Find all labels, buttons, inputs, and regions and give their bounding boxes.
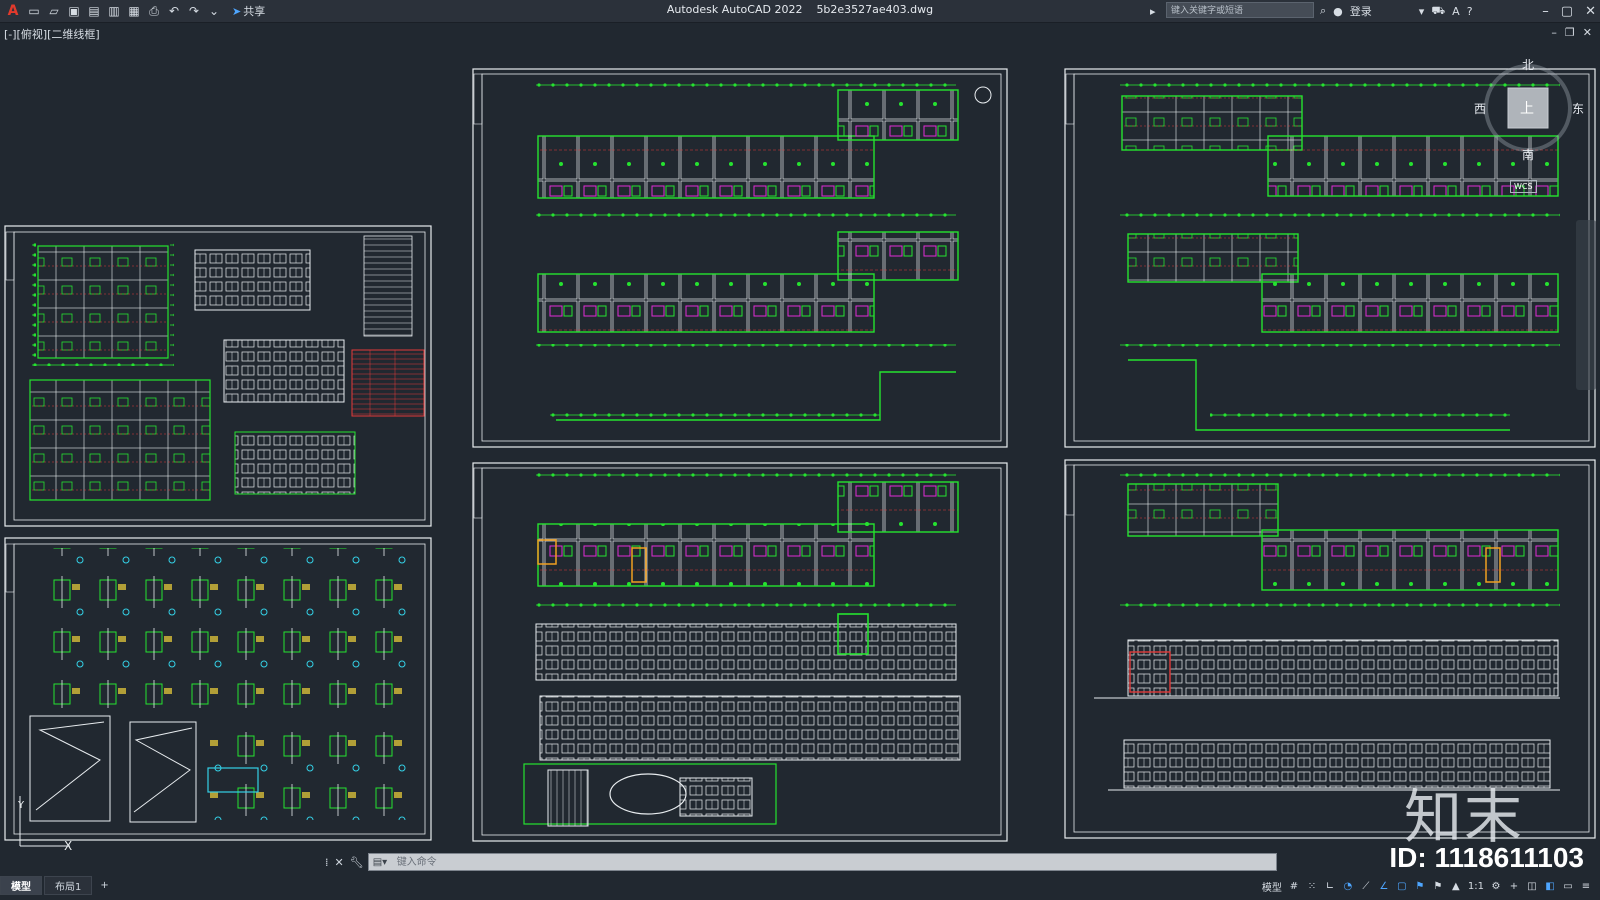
add-layout-button[interactable]: + (94, 879, 114, 892)
viewcube-south[interactable]: 南 (1522, 146, 1534, 163)
drawing-minimize-icon[interactable]: – (1551, 26, 1557, 39)
share-label: 共享 (243, 5, 266, 18)
annotation-scale-value[interactable]: 1:1 (1468, 878, 1484, 894)
clean-screen-icon[interactable]: ▭ (1562, 878, 1574, 894)
auto-scale-icon[interactable]: ⚑ (1432, 878, 1444, 894)
window-controls: – ▢ ✕ (1542, 0, 1596, 22)
share-button[interactable]: ➤ 共享 (232, 3, 265, 19)
drawing-canvas[interactable]: Y X (0, 40, 1600, 868)
svg-text:X: X (64, 839, 72, 853)
viewcube[interactable]: 北 西 东 南 上 WCS (1468, 56, 1588, 206)
help-search-input[interactable]: 键入关键字或短语 (1166, 2, 1314, 18)
application-menu-button[interactable]: A (4, 3, 22, 19)
login-button[interactable]: 登录 (1350, 3, 1372, 19)
chevron-right-icon: ▸ (1150, 4, 1156, 18)
redo-icon[interactable]: ↷ (186, 3, 202, 19)
model-space-button[interactable]: 模型 (1262, 878, 1282, 894)
isodraft-icon[interactable]: ⟋ (1360, 878, 1372, 894)
app-title: Autodesk AutoCAD 2022 (666, 3, 803, 16)
title-right-tools: ⌕ ● 登录 ▾ ⛟ A ? (1320, 2, 1473, 20)
open-from-web-icon[interactable]: ▥ (106, 3, 122, 19)
command-line-customize-icon[interactable]: 🔧︎ (350, 856, 364, 869)
file-name: 5b2e3527ae403.dwg (816, 3, 934, 16)
sheet-top-middle (472, 68, 1008, 448)
customization-menu-icon[interactable]: ≡ (1580, 878, 1592, 894)
annotation-visibility-icon[interactable]: ⚑ (1414, 878, 1426, 894)
undo-icon[interactable]: ↶ (166, 3, 182, 19)
cart-icon[interactable]: ⛟ (1431, 4, 1445, 19)
plot-icon[interactable]: ⎙ (146, 3, 162, 19)
minimize-icon[interactable]: – (1542, 4, 1549, 19)
save-icon[interactable]: ▣ (66, 3, 82, 19)
customize-toolbar-icon[interactable]: ⌄ (206, 3, 222, 19)
user-icon[interactable]: ● (1333, 5, 1343, 18)
maximize-icon[interactable]: ▢ (1561, 4, 1573, 19)
viewcube-face-top[interactable]: 上 (1520, 98, 1534, 118)
sheet-top-left (4, 225, 432, 527)
search-expand[interactable]: ▸ (1150, 2, 1156, 20)
navigation-bar[interactable] (1576, 220, 1596, 390)
status-bar: 模型 # ⁙ ∟ ◔ ⟋ ∠ ▢ ⚑ ⚑ ▲ 1:1 ⚙ + ◫ ◧ ▭ ≡ (1262, 876, 1600, 896)
search-icon[interactable]: ⌕ (1320, 4, 1326, 18)
layout-tabs: 模型 布局1 + (0, 875, 115, 895)
units-icon[interactable]: ◫ (1526, 878, 1538, 894)
ucs-icon: Y X (17, 796, 72, 853)
help-icon[interactable]: ? (1467, 5, 1473, 18)
new-file-icon[interactable]: ▭ (26, 3, 42, 19)
chevron-down-icon[interactable]: ▾ (1419, 5, 1425, 18)
svg-text:Y: Y (17, 800, 25, 811)
quick-access-toolbar: A ▭ ▱ ▣ ▤ ▥ ▦ ⎙ ↶ ↷ ⌄ ➤ 共享 (4, 2, 266, 20)
quick-properties-icon[interactable]: ◧ (1544, 878, 1556, 894)
command-line-close-icon[interactable]: ✕ (335, 856, 344, 869)
workspace-gear-icon[interactable]: ⚙ (1490, 878, 1502, 894)
sheet-bottom-left (4, 537, 432, 841)
recent-commands-icon[interactable]: ▤▾ (373, 854, 387, 872)
viewcube-north[interactable]: 北 (1522, 56, 1534, 73)
sheet-bottom-middle (472, 462, 1008, 842)
share-icon: ➤ (232, 4, 242, 18)
drawing-close-icon[interactable]: ✕ (1583, 26, 1592, 39)
grid-icon[interactable]: # (1288, 878, 1300, 894)
command-line-grip-icon[interactable]: ⁞ (325, 856, 329, 869)
annotation-scale-icon[interactable]: ▲ (1450, 878, 1462, 894)
save-to-web-icon[interactable]: ▦ (126, 3, 142, 19)
command-placeholder: 键入命令 (396, 857, 437, 868)
snap-mode-icon[interactable]: ⁙ (1306, 878, 1318, 894)
command-line: ⁞ ✕ 🔧︎ ▤▾ 键入命令 (325, 853, 1277, 871)
autodesk-account-icon[interactable]: A (1452, 5, 1460, 18)
id-watermark: ID: 1118611103 (1389, 842, 1584, 873)
ortho-icon[interactable]: ∟ (1324, 878, 1336, 894)
annotation-monitor-icon[interactable]: + (1508, 878, 1520, 894)
command-input[interactable]: ▤▾ 键入命令 (367, 853, 1277, 872)
viewcube-east[interactable]: 东 (1572, 100, 1584, 117)
object-snap-icon[interactable]: ▢ (1396, 878, 1408, 894)
drawing-window-controls: – ❐ ✕ (1551, 26, 1592, 39)
wcs-menu[interactable]: WCS (1510, 180, 1537, 193)
tab-model[interactable]: 模型 (0, 875, 42, 895)
close-icon[interactable]: ✕ (1585, 4, 1596, 19)
save-as-icon[interactable]: ▤ (86, 3, 102, 19)
object-snap-tracking-icon[interactable]: ∠ (1378, 878, 1390, 894)
open-file-icon[interactable]: ▱ (46, 3, 62, 19)
tab-layout1[interactable]: 布局1 (44, 875, 93, 895)
title-bar: A ▭ ▱ ▣ ▤ ▥ ▦ ⎙ ↶ ↷ ⌄ ➤ 共享 Autodesk Auto… (0, 0, 1600, 23)
viewcube-west[interactable]: 西 (1474, 100, 1486, 117)
drawing-restore-icon[interactable]: ❐ (1565, 26, 1575, 39)
polar-tracking-icon[interactable]: ◔ (1342, 878, 1354, 894)
